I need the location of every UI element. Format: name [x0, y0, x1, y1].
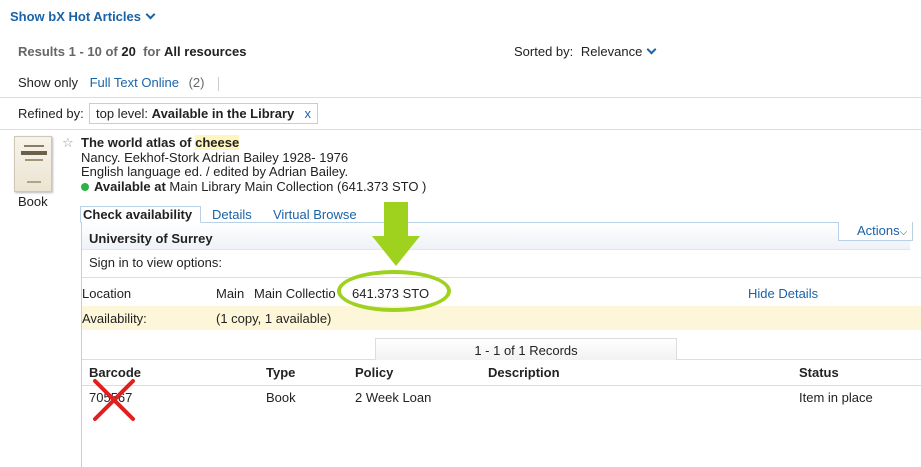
- tab-check-availability[interactable]: Check availability: [80, 206, 201, 223]
- record-title-highlight: cheese: [195, 135, 240, 150]
- panel-border: [81, 222, 82, 467]
- chevron-down-icon: [646, 44, 657, 55]
- refinement-chip: top level: Available in the Library x: [89, 103, 318, 124]
- results-scope: All resources: [164, 44, 247, 59]
- item-status: Item in place: [799, 390, 873, 405]
- institution-name: University of Surrey: [89, 231, 213, 246]
- availability-detail: Main Library Main Collection (641.373 ST…: [169, 179, 427, 194]
- location-collection: Main Collectio: [254, 286, 336, 301]
- refined-by-label: Refined by:: [18, 106, 84, 121]
- annotation-highlight-circle: [337, 270, 451, 312]
- annotation-arrow-down-icon: [372, 202, 420, 266]
- show-only-label: Show only: [18, 75, 78, 90]
- record-availability: Available at Main Library Main Collectio…: [81, 179, 426, 194]
- results-prefix: Results: [18, 44, 65, 59]
- availability-row: [82, 306, 921, 330]
- item-type: Book: [266, 390, 296, 405]
- sort-control[interactable]: Sorted by: Relevance: [514, 44, 657, 59]
- divider: [82, 385, 921, 386]
- results-range-sep: - 10 of: [79, 44, 118, 59]
- tab-virtual-browse[interactable]: Virtual Browse: [273, 207, 357, 222]
- record-title-link[interactable]: The world atlas of cheese: [81, 135, 240, 150]
- availability-row-value: (1 copy, 1 available): [216, 311, 332, 326]
- divider: [0, 97, 921, 98]
- divider: [218, 76, 220, 91]
- records-count: 1 - 1 of 1 Records: [375, 338, 677, 360]
- actions-menu-button[interactable]: Actions⌵: [838, 222, 913, 241]
- record-edition: English language ed. / edited by Adrian …: [81, 164, 349, 179]
- results-summary: Results 1 - 10 of 20 for All resources: [18, 44, 246, 59]
- record-type-label: Book: [18, 194, 48, 209]
- location-label: Location: [82, 286, 132, 301]
- book-cover-thumbnail[interactable]: [14, 136, 52, 192]
- hide-details-link[interactable]: Hide Details: [748, 286, 818, 301]
- results-for: for: [143, 44, 161, 59]
- available-status-icon: [81, 183, 89, 191]
- results-total: 20: [121, 44, 136, 59]
- remove-refinement-button[interactable]: x: [305, 104, 312, 123]
- column-header-description[interactable]: Description: [488, 365, 560, 380]
- show-bx-hot-articles-link[interactable]: Show bX Hot Articles: [10, 9, 156, 24]
- chip-prefix: top level:: [96, 106, 149, 121]
- sorted-by-label: Sorted by:: [514, 44, 574, 59]
- full-text-count: (2): [188, 75, 205, 90]
- location-library: Main: [216, 286, 245, 301]
- show-only-row: Show only Full Text Online (2): [18, 75, 220, 91]
- chevron-down-icon: ⌵: [899, 227, 908, 238]
- record-authors: Nancy. Eekhof-Stork Adrian Bailey 1928- …: [81, 150, 349, 165]
- divider: [82, 277, 921, 278]
- column-header-type[interactable]: Type: [266, 365, 295, 380]
- show-bx-label: Show bX Hot Articles: [10, 9, 141, 24]
- divider: [0, 129, 921, 130]
- actions-label: Actions: [857, 223, 900, 238]
- chevron-down-icon: [145, 9, 156, 20]
- item-policy: 2 Week Loan: [355, 390, 432, 405]
- chip-value: Available in the Library: [151, 106, 295, 121]
- availability-row-label: Availability:: [82, 311, 147, 326]
- star-icon[interactable]: ☆: [62, 135, 74, 151]
- tab-details[interactable]: Details: [212, 207, 252, 222]
- record-title: The world atlas of: [81, 135, 192, 150]
- availability-label: Available at: [94, 179, 166, 194]
- column-header-status[interactable]: Status: [799, 365, 839, 380]
- full-text-online-link[interactable]: Full Text Online: [90, 75, 179, 90]
- results-range-start: 1: [68, 44, 76, 59]
- sign-in-text[interactable]: Sign in to view options:: [89, 255, 222, 270]
- sorted-by-value: Relevance: [580, 44, 643, 59]
- annotation-cross-icon: [93, 379, 135, 421]
- column-header-policy[interactable]: Policy: [355, 365, 393, 380]
